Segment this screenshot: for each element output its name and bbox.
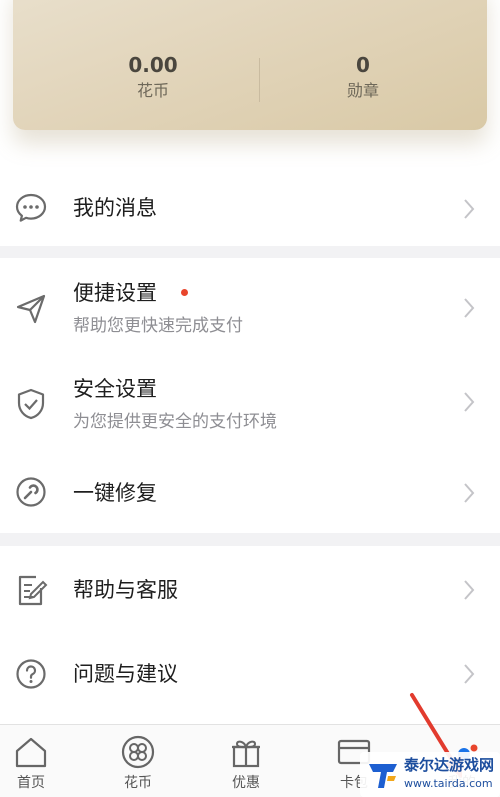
flower-coin-icon xyxy=(120,735,156,769)
watermark-url: www.tairda.com xyxy=(404,777,493,790)
security-settings-subtitle: 为您提供更安全的支付环境 xyxy=(73,412,277,432)
watermark-logo-icon xyxy=(366,758,400,792)
medal-value: 0 xyxy=(356,53,370,77)
menu-item-help-service[interactable]: 帮助与客服 xyxy=(0,546,500,634)
watermark-name: 泰尔达游戏网 xyxy=(404,756,495,774)
wallet-card-area: 0.00 花币 0 勋章 xyxy=(0,0,500,172)
tab-flower-coin-label: 花币 xyxy=(124,775,152,791)
flower-coin-label: 花币 xyxy=(136,81,169,100)
new-indicator-dot xyxy=(181,289,188,296)
question-circle-icon xyxy=(14,657,48,691)
settings-section: 便捷设置 帮助您更快速完成支付 安全设置 为您提供更安全的支付环境 一键修复 xyxy=(0,258,500,533)
gift-icon xyxy=(228,735,264,769)
chevron-right-icon xyxy=(462,296,476,320)
chevron-right-icon xyxy=(462,481,476,505)
tab-flower-coin[interactable]: 花币 xyxy=(108,725,168,797)
menu-item-one-click-repair[interactable]: 一键修复 xyxy=(0,452,500,533)
home-icon xyxy=(13,735,49,769)
menu-item-quick-settings[interactable]: 便捷设置 帮助您更快速完成支付 xyxy=(0,258,500,355)
tab-home[interactable]: 首页 xyxy=(1,725,61,797)
tab-offers[interactable]: 优惠 xyxy=(216,725,276,797)
tab-home-label: 首页 xyxy=(17,775,45,791)
flower-coin-stat[interactable]: 0.00 花币 xyxy=(53,52,253,102)
chevron-right-icon xyxy=(462,662,476,686)
chevron-right-icon xyxy=(462,390,476,414)
tab-offers-label: 优惠 xyxy=(232,775,260,791)
flower-coin-value: 0.00 xyxy=(128,53,178,77)
quick-settings-title: 便捷设置 xyxy=(73,281,157,305)
quick-settings-subtitle: 帮助您更快速完成支付 xyxy=(73,316,243,336)
messages-section: 我的消息 xyxy=(0,172,500,246)
medal-label: 勋章 xyxy=(346,81,379,100)
menu-item-messages[interactable]: 我的消息 xyxy=(0,172,500,246)
one-click-repair-title: 一键修复 xyxy=(73,481,157,505)
messages-title: 我的消息 xyxy=(73,196,157,220)
stat-divider xyxy=(259,58,260,102)
chat-bubble-icon xyxy=(14,190,48,224)
feedback-title: 问题与建议 xyxy=(73,662,178,686)
help-service-title: 帮助与客服 xyxy=(73,578,178,602)
edit-document-icon xyxy=(14,573,48,607)
paper-plane-icon xyxy=(14,291,48,325)
shield-check-icon xyxy=(14,387,48,421)
repair-icon xyxy=(14,475,48,509)
menu-item-security-settings[interactable]: 安全设置 为您提供更安全的支付环境 xyxy=(0,355,500,452)
security-settings-title: 安全设置 xyxy=(73,377,157,401)
medal-stat[interactable]: 0 勋章 xyxy=(263,52,463,102)
site-watermark: 泰尔达游戏网 www.tairda.com xyxy=(360,752,500,797)
wallet-card: 0.00 花币 0 勋章 xyxy=(13,0,487,130)
chevron-right-icon xyxy=(462,197,476,221)
chevron-right-icon xyxy=(462,578,476,602)
